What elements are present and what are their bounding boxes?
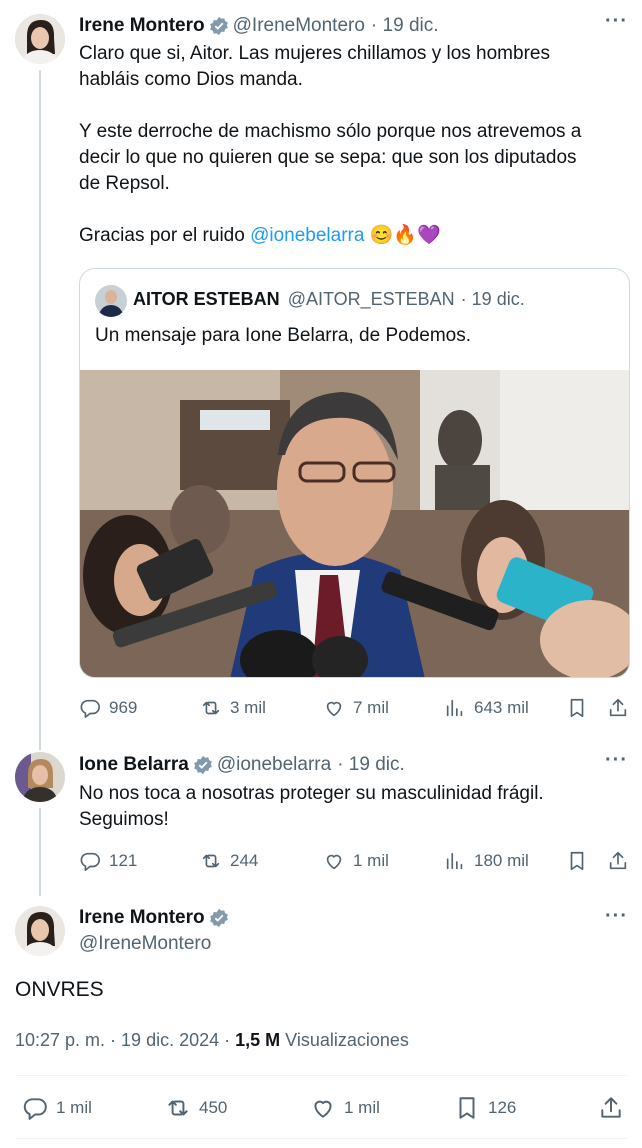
reply-icon: [23, 1098, 47, 1120]
bookmark-icon: [459, 1097, 475, 1119]
views-icon: [446, 699, 463, 717]
author-handle[interactable]: @IreneMontero: [233, 15, 365, 37]
avatar[interactable]: [15, 14, 65, 64]
mention-link[interactable]: @ionebelarra: [250, 225, 364, 246]
reply-button[interactable]: 969: [79, 697, 137, 719]
quote-author-name: AITOR ESTEBAN: [133, 289, 280, 309]
repost-icon: [168, 1100, 188, 1116]
emoji-text: 😊🔥💜: [369, 225, 441, 246]
repost-button[interactable]: 450: [165, 1095, 227, 1121]
author-name[interactable]: Irene Montero: [79, 907, 205, 929]
tweet1-text: Claro que si, Aitor. Las mujeres chillam…: [79, 41, 629, 249]
more-icon[interactable]: ···: [605, 749, 628, 772]
tweet-text-line: Seguimos!: [79, 809, 169, 830]
quote-date: · 19 dic.: [460, 289, 525, 309]
bookmark-icon: [570, 698, 584, 718]
tweet-text-line: Claro que si, Aitor. Las mujeres chillam…: [79, 43, 550, 64]
views-button[interactable]: 643 mil: [444, 697, 529, 719]
repost-button[interactable]: 244: [200, 850, 258, 872]
bookmark-button[interactable]: 126: [454, 1095, 516, 1121]
tweet2-text: No nos toca a nosotras proteger su mascu…: [79, 781, 629, 833]
author-name[interactable]: Ione Belarra: [79, 754, 189, 776]
like-icon: [326, 701, 342, 717]
tweet3-text: ONVRES: [15, 978, 104, 1001]
divider: [15, 1138, 627, 1139]
tweet3-header: Irene Montero: [79, 906, 233, 930]
divider: [15, 1075, 627, 1076]
views-count: 643 mil: [474, 698, 529, 717]
avatar[interactable]: [15, 752, 65, 802]
tweet-text-line: Gracias por el ruido @ionebelarra 😊🔥💜: [79, 223, 629, 249]
share-icon: [609, 698, 627, 717]
share-icon: [609, 851, 627, 870]
quote-header: AITOR ESTEBAN @AITOR_ESTEBAN · 19 dic.: [133, 289, 525, 310]
reply-button[interactable]: 121: [79, 850, 137, 872]
repost-icon: [202, 854, 220, 868]
bookmark-icon: [570, 851, 584, 871]
verified-badge-icon: [209, 16, 229, 36]
tweet1-header: Irene Montero @IreneMontero · 19 dic.: [79, 14, 439, 38]
like-count: 7 mil: [353, 698, 389, 717]
more-icon[interactable]: ···: [605, 905, 628, 928]
views-label: Visualizaciones: [280, 1030, 409, 1050]
author-handle[interactable]: @IreneMontero: [79, 933, 211, 955]
reply-icon: [80, 852, 100, 871]
share-button[interactable]: [607, 850, 637, 872]
like-icon: [314, 1100, 332, 1118]
avatar[interactable]: [15, 906, 65, 956]
repost-count: 244: [230, 851, 259, 870]
reply-count: 969: [109, 698, 138, 717]
tweet-text-line: habláis como Dios manda.: [79, 69, 303, 90]
views-button[interactable]: 180 mil: [444, 850, 529, 872]
views-count: 180 mil: [474, 851, 529, 870]
tweet-text-line: decir lo que no quieren que se sepa: que…: [79, 147, 577, 168]
author-name[interactable]: Irene Montero: [79, 15, 205, 37]
reply-count: 121: [109, 851, 138, 870]
quote-media-image[interactable]: [80, 370, 629, 677]
text-prefix: Gracias por el ruido: [79, 225, 251, 246]
thread-line: [39, 70, 41, 750]
like-button[interactable]: 1 mil: [310, 1095, 380, 1121]
tweet2-header: Ione Belarra @ionebelarra · 19 dic.: [79, 753, 405, 777]
author-handle[interactable]: @ionebelarra: [217, 754, 331, 776]
repost-icon: [202, 701, 220, 715]
bookmark-button[interactable]: [566, 850, 596, 872]
tweet-text-line: Y este derroche de machismo sólo porque …: [79, 121, 582, 142]
tweet-text-line: de Repsol.: [79, 173, 170, 194]
repost-count: 3 mil: [230, 698, 266, 717]
quote-text: Un mensaje para Ione Belarra, de Podemos…: [95, 325, 471, 346]
views-icon: [446, 852, 463, 870]
tweet-date[interactable]: · 19 dic.: [371, 15, 439, 37]
quoted-tweet[interactable]: AITOR ESTEBAN @AITOR_ESTEBAN · 19 dic. U…: [79, 268, 630, 678]
tweet-metadata: 10:27 p. m. · 19 dic. 2024 · 1,5 M Visua…: [15, 1030, 409, 1051]
bookmark-count: 126: [488, 1098, 517, 1117]
like-icon: [326, 854, 342, 870]
quote-author-handle: @AITOR_ESTEBAN: [287, 289, 455, 309]
tweet-text-line: No nos toca a nosotras proteger su mascu…: [79, 783, 544, 804]
bookmark-button[interactable]: [566, 697, 596, 719]
reply-count: 1 mil: [56, 1098, 92, 1117]
more-icon[interactable]: ···: [605, 10, 628, 33]
views-total: 1,5 M: [235, 1030, 281, 1050]
share-button[interactable]: [607, 697, 637, 719]
verified-badge-icon: [209, 908, 229, 928]
verified-badge-icon: [193, 755, 213, 775]
share-button[interactable]: [598, 1095, 632, 1121]
like-button[interactable]: 1 mil: [323, 850, 389, 872]
thread-line: [39, 808, 41, 896]
reply-button[interactable]: 1 mil: [22, 1095, 92, 1121]
like-count: 1 mil: [353, 851, 389, 870]
like-button[interactable]: 7 mil: [323, 697, 389, 719]
reply-icon: [80, 699, 100, 718]
timestamp[interactable]: 10:27 p. m. · 19 dic. 2024 ·: [15, 1030, 235, 1050]
share-icon: [601, 1097, 621, 1118]
repost-count: 450: [199, 1098, 228, 1117]
tweet-date[interactable]: · 19 dic.: [337, 754, 405, 776]
avatar: [95, 285, 127, 317]
like-count: 1 mil: [344, 1098, 380, 1117]
repost-button[interactable]: 3 mil: [200, 697, 266, 719]
